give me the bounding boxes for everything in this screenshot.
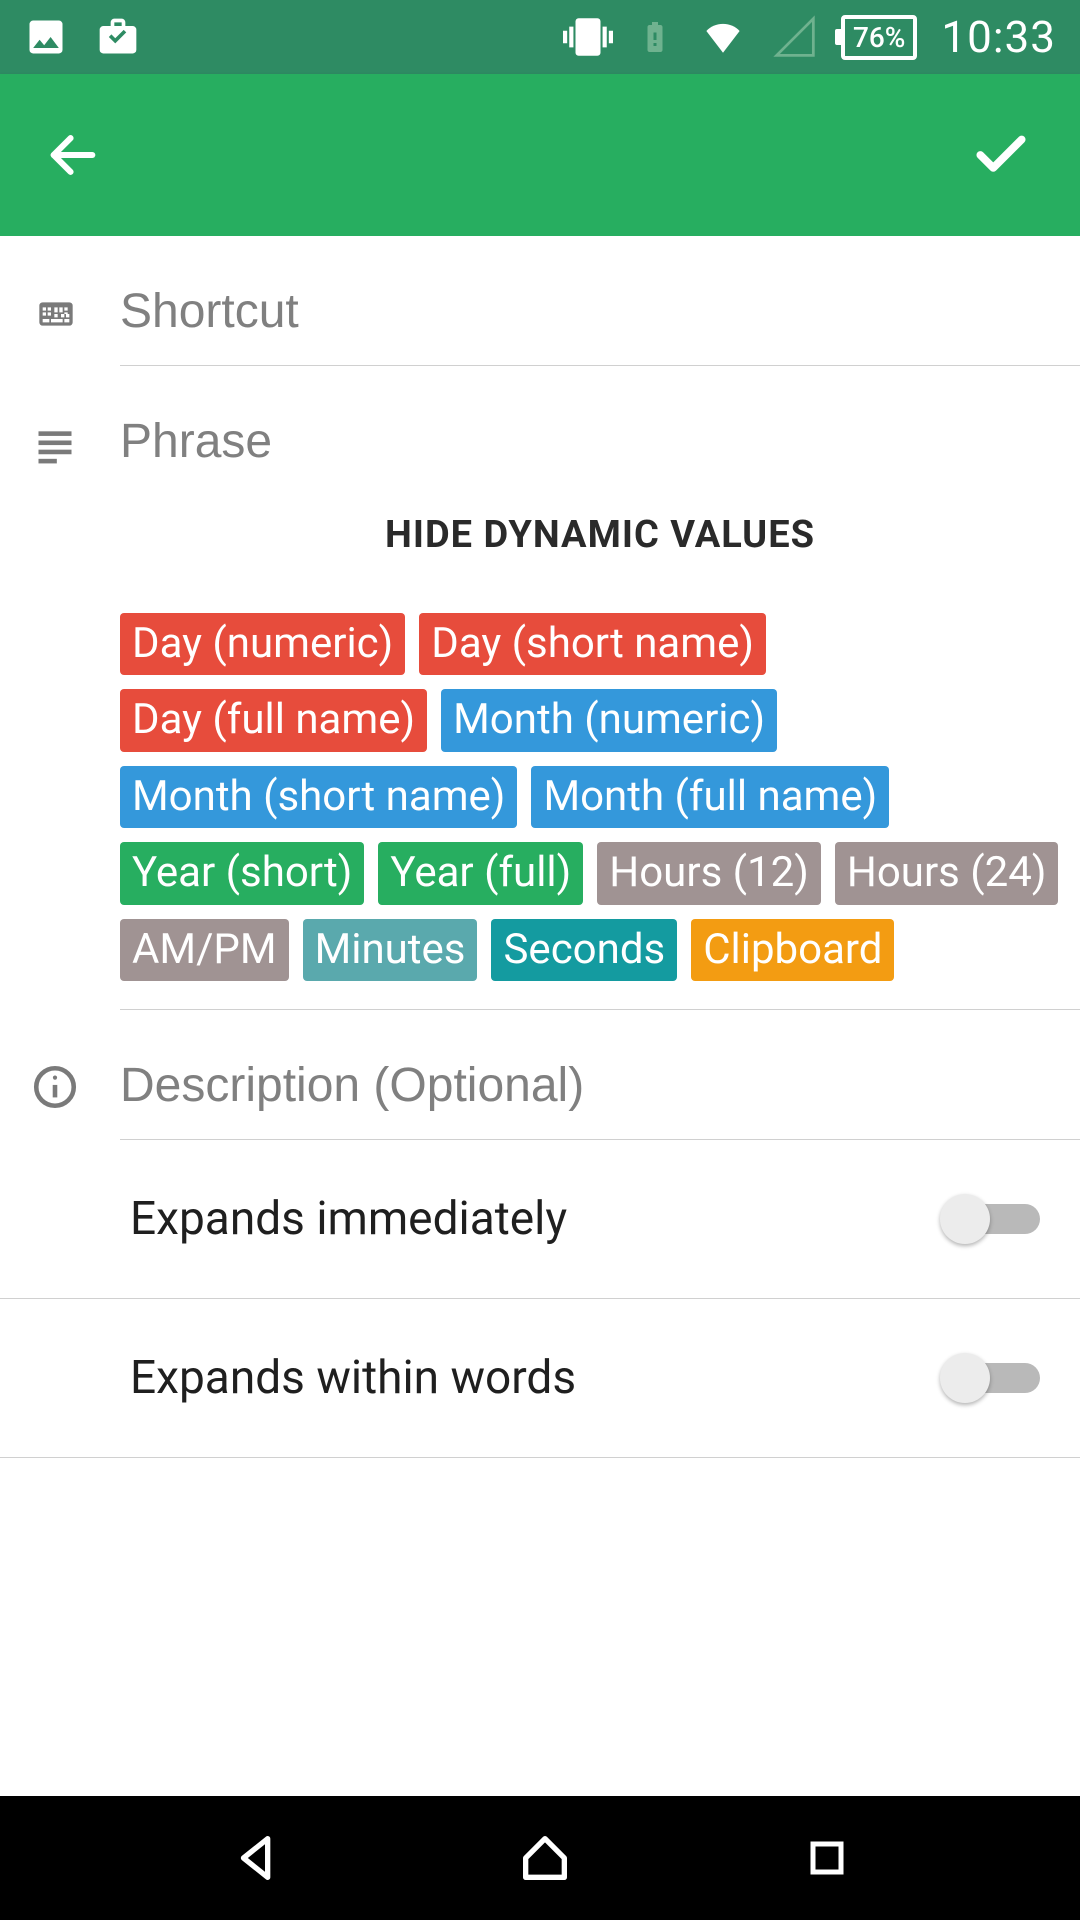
- chip-year-short[interactable]: Year (short): [120, 842, 364, 904]
- shortcut-row: [0, 236, 1080, 366]
- clock: 10:33: [941, 11, 1056, 63]
- battery-indicator: 76%: [841, 15, 917, 60]
- chips-container: Day (numeric)Day (short name) Day (full n…: [120, 613, 1080, 1009]
- battery-alert-icon: [637, 14, 673, 60]
- description-row: [0, 1010, 1080, 1140]
- dynamic-values-toggle[interactable]: HIDE DYNAMIC VALUES: [120, 513, 1080, 557]
- chip-month-numeric[interactable]: Month (numeric): [441, 689, 777, 751]
- chip-clipboard[interactable]: Clipboard: [691, 919, 894, 981]
- chip-am-pm[interactable]: AM/PM: [120, 919, 289, 981]
- chip-month-short-name[interactable]: Month (short name): [120, 766, 517, 828]
- phrase-input[interactable]: [120, 414, 1080, 469]
- expands-within-words-row[interactable]: Expands within words: [0, 1299, 1080, 1458]
- nav-back-button[interactable]: [229, 1829, 287, 1887]
- chip-day-full-name[interactable]: Day (full name): [120, 689, 427, 751]
- nav-recent-button[interactable]: [803, 1834, 851, 1882]
- content: HIDE DYNAMIC VALUES Day (numeric)Day (sh…: [0, 236, 1080, 1796]
- expands-within-words-switch[interactable]: [940, 1357, 1040, 1399]
- image-icon: [24, 15, 68, 59]
- battery-text: 76%: [853, 21, 905, 54]
- back-button[interactable]: [44, 126, 102, 184]
- signal-icon: [773, 15, 817, 59]
- info-icon: [30, 1010, 120, 1112]
- chip-hours-12[interactable]: Hours (12): [597, 842, 821, 904]
- wifi-icon: [697, 16, 749, 58]
- confirm-button[interactable]: [970, 124, 1032, 186]
- nav-home-button[interactable]: [516, 1829, 574, 1887]
- chip-year-full[interactable]: Year (full): [378, 842, 583, 904]
- briefcase-check-icon: [96, 15, 140, 59]
- chip-day-numeric[interactable]: Day (numeric): [120, 613, 405, 675]
- chip-month-full-name[interactable]: Month (full name): [531, 766, 889, 828]
- expands-within-words-label: Expands within words: [130, 1351, 940, 1405]
- app-bar: [0, 74, 1080, 236]
- phrase-row: HIDE DYNAMIC VALUES Day (numeric)Day (sh…: [0, 366, 1080, 1010]
- description-input[interactable]: [120, 1058, 1080, 1113]
- keyboard-icon: [30, 236, 120, 334]
- text-lines-icon: [30, 366, 120, 468]
- shortcut-input[interactable]: [120, 284, 1080, 339]
- chip-day-short-name[interactable]: Day (short name): [419, 613, 766, 675]
- expands-immediately-label: Expands immediately: [130, 1192, 940, 1246]
- vibrate-icon: [563, 12, 613, 62]
- chip-hours-24[interactable]: Hours (24): [835, 842, 1059, 904]
- expands-immediately-switch[interactable]: [940, 1198, 1040, 1240]
- status-bar: 76% 10:33: [0, 0, 1080, 74]
- navigation-bar: [0, 1796, 1080, 1920]
- expands-immediately-row[interactable]: Expands immediately: [0, 1140, 1080, 1299]
- chip-minutes[interactable]: Minutes: [303, 919, 478, 981]
- chip-seconds[interactable]: Seconds: [491, 919, 677, 981]
